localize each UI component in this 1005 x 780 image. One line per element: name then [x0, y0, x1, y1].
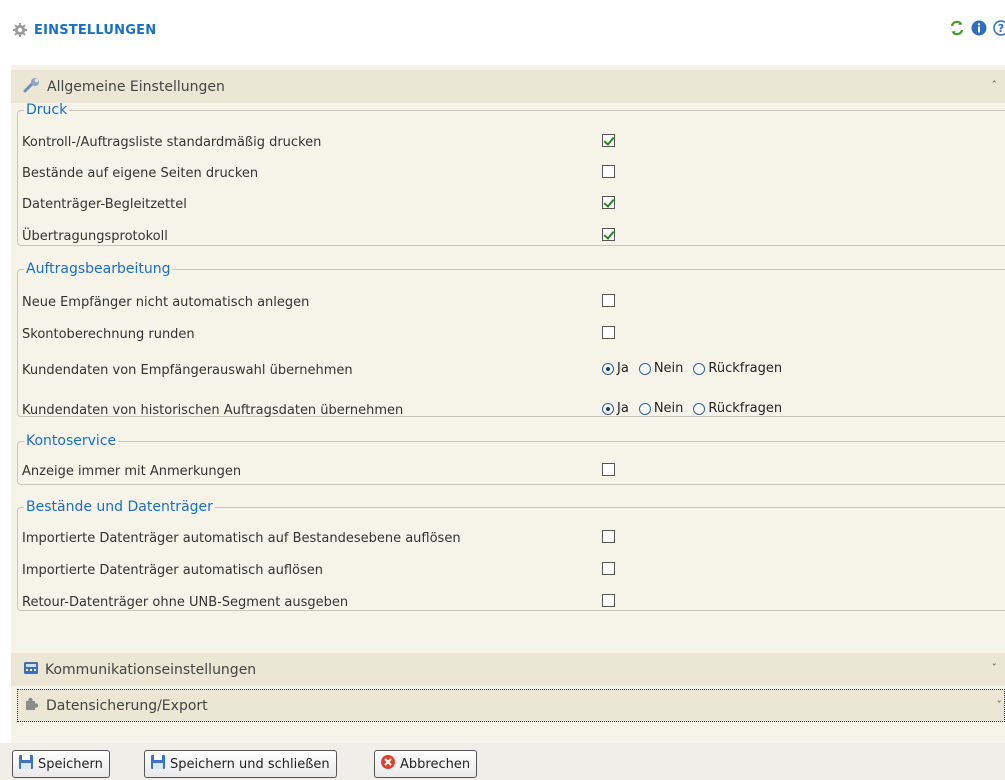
- setting-label: Übertragungsprotokoll: [22, 229, 168, 244]
- checkbox[interactable]: [602, 228, 615, 241]
- group-druck-legend: Druck: [26, 102, 68, 118]
- radio-button[interactable]: [638, 362, 651, 375]
- checkbox[interactable]: [602, 294, 615, 307]
- checkbox[interactable]: [602, 530, 615, 543]
- setting-label: Retour-Datenträger ohne UNB-Segment ausg…: [22, 595, 349, 610]
- group-kontoservice: Kontoservice Anzeige immer mit Anmerkung…: [17, 433, 1005, 485]
- group-bestaende-legend: Bestände und Datenträger: [26, 499, 213, 515]
- floppy-icon: [150, 754, 166, 774]
- chevron-up-icon[interactable]: ˆ: [992, 79, 998, 92]
- help-icon[interactable]: ?: [993, 20, 1005, 36]
- setting-label: Importierte Datenträger automatisch aufl…: [22, 563, 324, 578]
- radio-label: Nein: [653, 361, 684, 376]
- phone-icon: [23, 660, 39, 679]
- radio-label: Ja: [617, 361, 629, 376]
- setting-row: Importierte Datenträger automatisch aufl…: [22, 561, 1005, 581]
- radio-rueckfragen[interactable]: Rückfragen: [693, 361, 782, 376]
- radio-rueckfragen[interactable]: Rückfragen: [693, 401, 782, 416]
- setting-label: Kundendaten von historischen Auftragsdat…: [22, 403, 404, 418]
- svg-text:?: ?: [998, 22, 1004, 35]
- radio-label: Nein: [653, 401, 684, 416]
- section-general-header[interactable]: Allgemeine Einstellungen ˆ: [11, 70, 1005, 103]
- settings-window: EINSTELLUNGEN ? Allgemeine Einstellungen…: [0, 0, 1005, 780]
- save-button-label: Speichern: [38, 756, 103, 772]
- refresh-icon[interactable]: [949, 20, 965, 36]
- group-druck: Druck Kontroll-/Auftragsliste standardmä…: [17, 102, 1005, 246]
- radio-group: Ja Nein Rückfragen: [602, 401, 792, 416]
- floppy-icon: [18, 754, 34, 774]
- section-backup-label: Datensicherung/Export: [46, 697, 208, 714]
- radio-nein[interactable]: Nein: [638, 361, 684, 376]
- page-title: EINSTELLUNGEN: [34, 22, 157, 38]
- save-close-button-label: Speichern und schließen: [170, 756, 330, 772]
- settings-panel: Allgemeine Einstellungen ˆ Druck Kontrol…: [11, 65, 1005, 743]
- save-close-button[interactable]: Speichern und schließen: [144, 750, 337, 778]
- setting-row: Anzeige immer mit Anmerkungen: [22, 462, 1005, 482]
- setting-label: Neue Empfänger nicht automatisch anlegen: [22, 295, 310, 310]
- radio-ja[interactable]: Ja: [602, 401, 629, 416]
- radio-button[interactable]: [602, 402, 614, 415]
- setting-label: Anzeige immer mit Anmerkungen: [22, 464, 242, 479]
- setting-row: Übertragungsprotokoll: [22, 227, 1005, 247]
- chevron-down-icon[interactable]: ˇ: [992, 662, 998, 675]
- group-auftragsbearbeitung: Auftragsbearbeitung Neue Empfänger nicht…: [17, 261, 1005, 418]
- radio-button[interactable]: [693, 362, 706, 375]
- cancel-icon: [380, 754, 396, 774]
- radio-button[interactable]: [602, 362, 614, 375]
- cancel-button[interactable]: Abbrechen: [374, 750, 478, 778]
- wrench-icon: [23, 77, 41, 96]
- checkbox[interactable]: [602, 165, 615, 178]
- setting-row: Neue Empfänger nicht automatisch anlegen: [22, 293, 1005, 313]
- setting-row: Datenträger-Begleitzettel: [22, 195, 1005, 215]
- setting-row: Skontoberechnung runden: [22, 325, 1005, 345]
- setting-label: Skontoberechnung runden: [22, 327, 195, 342]
- checkbox[interactable]: [602, 463, 615, 476]
- section-communication-label: Kommunikationseinstellungen: [45, 661, 257, 678]
- page-header: EINSTELLUNGEN: [12, 20, 156, 40]
- setting-row: Kundendaten von Empfängerauswahl überneh…: [22, 361, 1005, 381]
- setting-row: Retour-Datenträger ohne UNB-Segment ausg…: [22, 593, 1005, 613]
- radio-button[interactable]: [693, 402, 706, 415]
- setting-row: Bestände auf eigene Seiten drucken: [22, 164, 1005, 184]
- cancel-button-label: Abbrechen: [400, 756, 471, 772]
- chevron-down-icon[interactable]: ˇ: [997, 699, 1003, 712]
- setting-label: Importierte Datenträger automatisch auf …: [22, 531, 461, 546]
- radio-label: Ja: [617, 401, 629, 416]
- setting-label: Kontroll-/Auftragsliste standardmäßig dr…: [22, 135, 322, 150]
- section-general-label: Allgemeine Einstellungen: [47, 78, 225, 95]
- setting-label: Bestände auf eigene Seiten drucken: [22, 166, 259, 181]
- radio-label: Rückfragen: [708, 401, 783, 416]
- gear-icon: [12, 22, 28, 38]
- checkbox[interactable]: [602, 326, 615, 339]
- radio-label: Rückfragen: [708, 361, 783, 376]
- checkbox[interactable]: [602, 562, 615, 575]
- info-icon[interactable]: [971, 20, 987, 36]
- checkbox[interactable]: [602, 196, 615, 209]
- group-konto-legend: Kontoservice: [26, 433, 117, 449]
- button-bar: Speichern Speichern und schließen Abbrec…: [0, 743, 1005, 780]
- radio-button[interactable]: [638, 402, 651, 415]
- puzzle-icon: [24, 696, 40, 715]
- header-actions: ?: [949, 20, 1005, 36]
- setting-row: Importierte Datenträger automatisch auf …: [22, 529, 1005, 549]
- setting-row: Kundendaten von historischen Auftragsdat…: [22, 401, 1005, 421]
- section-communication-header[interactable]: Kommunikationseinstellungen ˇ: [11, 653, 1005, 686]
- setting-label: Datenträger-Begleitzettel: [22, 197, 187, 212]
- checkbox[interactable]: [602, 134, 615, 147]
- checkbox[interactable]: [602, 594, 615, 607]
- radio-nein[interactable]: Nein: [638, 401, 684, 416]
- radio-ja[interactable]: Ja: [602, 361, 629, 376]
- section-backup-header[interactable]: Datensicherung/Export ˇ: [17, 689, 1005, 722]
- group-bestaende-datentraeger: Bestände und Datenträger Importierte Dat…: [17, 499, 1005, 611]
- setting-label: Kundendaten von Empfängerauswahl überneh…: [22, 363, 353, 378]
- group-auftrag-legend: Auftragsbearbeitung: [26, 261, 171, 277]
- save-button[interactable]: Speichern: [12, 750, 110, 778]
- setting-row: Kontroll-/Auftragsliste standardmäßig dr…: [22, 133, 1005, 153]
- radio-group: Ja Nein Rückfragen: [602, 361, 792, 376]
